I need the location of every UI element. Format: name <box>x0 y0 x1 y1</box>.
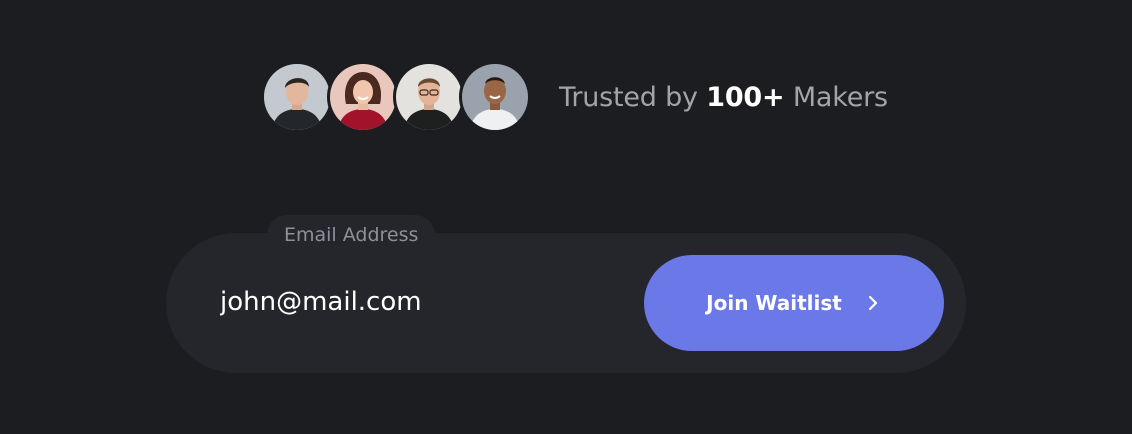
avatar <box>393 61 465 133</box>
email-field-label: Email Address <box>267 215 436 255</box>
avatar-group <box>261 61 531 133</box>
social-proof: Trusted by 100+ Makers <box>261 61 888 133</box>
avatar <box>261 61 333 133</box>
join-waitlist-label: Join Waitlist <box>706 291 842 315</box>
join-waitlist-button[interactable]: Join Waitlist <box>644 255 944 351</box>
chevron-right-icon <box>864 294 882 312</box>
email-field[interactable] <box>220 278 620 326</box>
maker-count: 100+ <box>706 81 785 113</box>
trusted-prefix: Trusted by <box>559 81 698 113</box>
avatar <box>327 61 399 133</box>
trusted-by-text: Trusted by 100+ Makers <box>559 82 888 113</box>
waitlist-section: Trusted by 100+ Makers Email Address Joi… <box>0 0 1132 434</box>
trusted-suffix: Makers <box>792 81 888 113</box>
avatar <box>459 61 531 133</box>
